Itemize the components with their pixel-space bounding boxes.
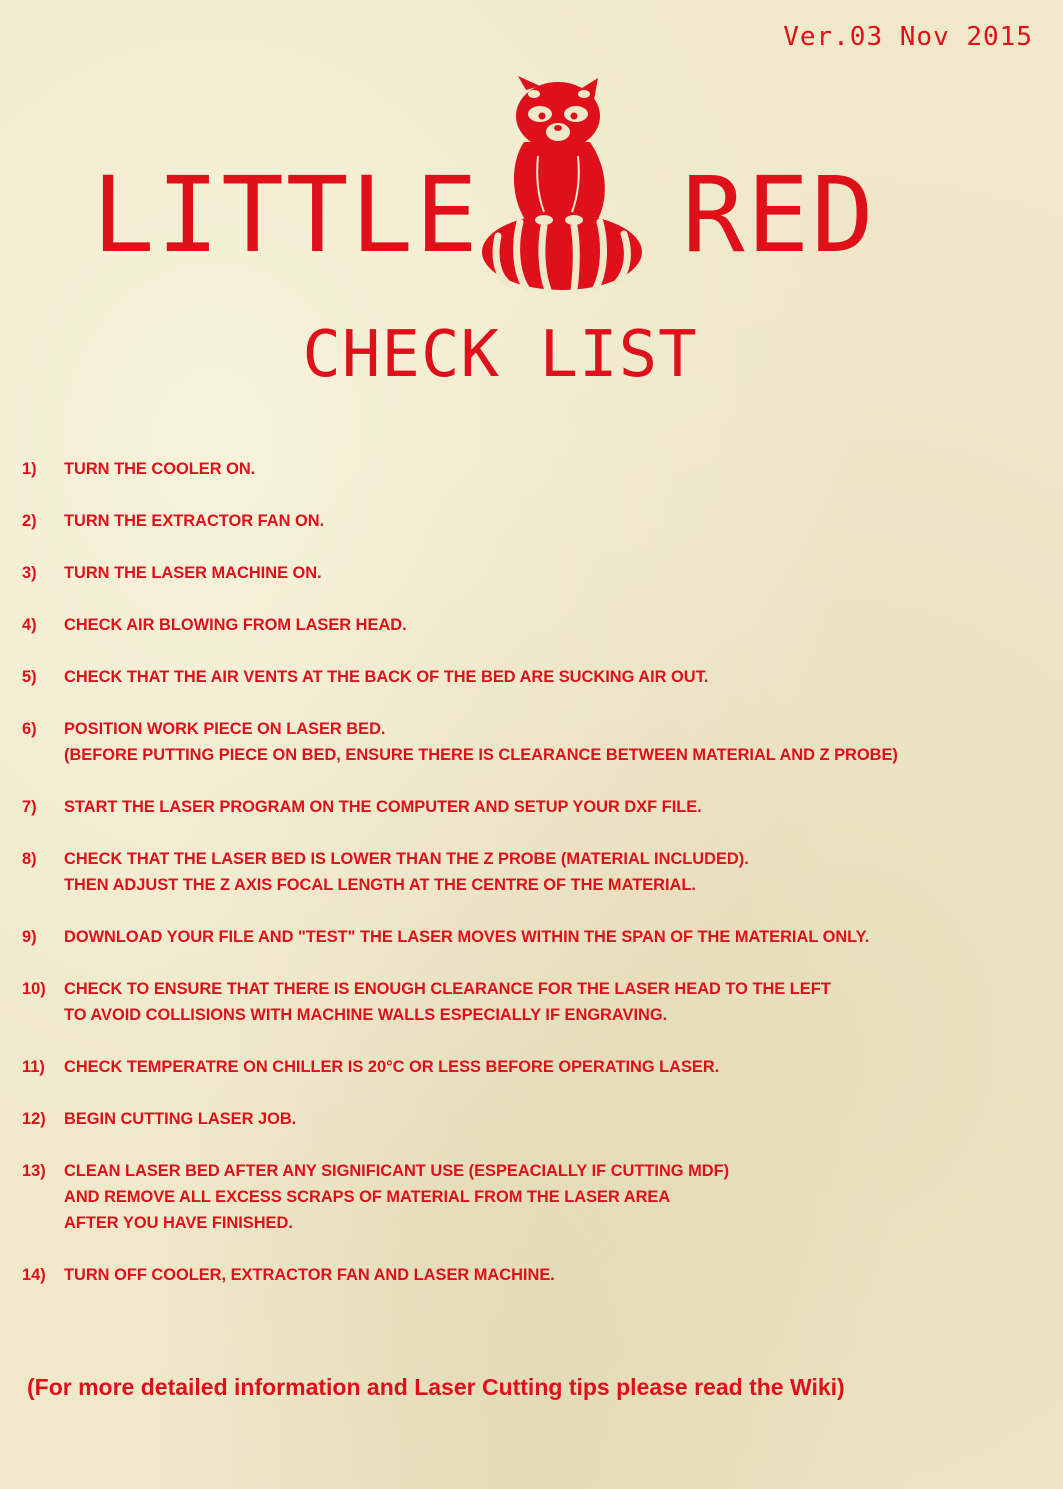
checklist-item-number: 13) xyxy=(22,1162,46,1180)
checklist-item-text: CLEAN LASER BED AFTER ANY SIGNIFICANT US… xyxy=(64,1162,730,1180)
checklist-item-text: AND REMOVE ALL EXCESS SCRAPS OF MATERIAL… xyxy=(64,1188,671,1206)
checklist-item-text: TO AVOID COLLISIONS WITH MACHINE WALLS E… xyxy=(64,1006,668,1024)
checklist-item: 1) TURN THE COOLER ON. xyxy=(22,456,1052,482)
checklist-item-number: 5) xyxy=(22,668,37,686)
checklist-item-text: TURN THE EXTRACTOR FAN ON. xyxy=(64,512,325,530)
checklist-item: 3) TURN THE LASER MACHINE ON. xyxy=(22,560,1052,586)
checklist-item-text: TURN THE COOLER ON. xyxy=(64,460,256,478)
checklist-item-number: 8) xyxy=(22,850,37,868)
checklist-item-number: 3) xyxy=(22,564,37,582)
checklist-item-text: START THE LASER PROGRAM ON THE COMPUTER … xyxy=(64,798,702,816)
version-label: Ver.03 Nov 2015 xyxy=(783,22,1033,52)
checklist-item: 8) CHECK THAT THE LASER BED IS LOWER THAN… xyxy=(22,846,1052,898)
checklist-item: 11) CHECK TEMPERATRE ON CHILLER IS 20°C O… xyxy=(22,1054,1052,1080)
checklist-item: 14) TURN OFF COOLER, EXTRACTOR FAN AND LA… xyxy=(22,1262,1052,1288)
checklist-item-number: 9) xyxy=(22,928,37,946)
checklist-item-number: 11) xyxy=(22,1058,45,1076)
checklist-item-text: (BEFORE PUTTING PIECE ON BED, ENSURE THE… xyxy=(64,746,898,764)
checklist-item-number: 1) xyxy=(22,460,37,478)
checklist-item-text: CHECK THAT THE AIR VENTS AT THE BACK OF … xyxy=(64,668,709,686)
brand-title-left: LITTLE xyxy=(92,154,480,276)
checklist-item-text: BEGIN CUTTING LASER JOB. xyxy=(64,1110,297,1128)
checklist-item-text: TURN OFF COOLER, EXTRACTOR FAN AND LASER… xyxy=(64,1266,555,1284)
checklist-item-text: POSITION WORK PIECE ON LASER BED. xyxy=(64,720,386,738)
checklist-item: 6) POSITION WORK PIECE ON LASER BED. (BEFO… xyxy=(22,716,1052,768)
checklist-item-number: 6) xyxy=(22,720,37,738)
checklist-item-text: THEN ADJUST THE Z AXIS FOCAL LENGTH AT T… xyxy=(64,876,696,894)
checklist-item: 7) START THE LASER PROGRAM ON THE COMPUTE… xyxy=(22,794,1052,820)
footer-note: (For more detailed information and Laser… xyxy=(27,1374,845,1400)
page-subtitle: CHECK LIST xyxy=(302,318,698,392)
checklist-item: 9) DOWNLOAD YOUR FILE AND "TEST" THE LASE… xyxy=(22,924,1052,950)
checklist-item-text: DOWNLOAD YOUR FILE AND "TEST" THE LASER … xyxy=(64,928,870,946)
checklist-item-text: AFTER YOU HAVE FINISHED. xyxy=(64,1214,293,1232)
checklist-item-number: 10) xyxy=(22,980,46,998)
red-panda-icon xyxy=(482,76,642,292)
checklist-item-text: CHECK TEMPERATRE ON CHILLER IS 20°C OR L… xyxy=(64,1058,720,1076)
checklist-item-number: 12) xyxy=(22,1110,46,1128)
checklist-item-number: 4) xyxy=(22,616,37,634)
checklist-item-number: 14) xyxy=(22,1266,46,1284)
checklist-item-text: CHECK THAT THE LASER BED IS LOWER THAN T… xyxy=(64,850,749,868)
checklist-item: 2) TURN THE EXTRACTOR FAN ON. xyxy=(22,508,1052,534)
checklist-item: 12) BEGIN CUTTING LASER JOB. xyxy=(22,1106,1052,1132)
checklist-item: 4) CHECK AIR BLOWING FROM LASER HEAD. xyxy=(22,612,1052,638)
checklist-item-text: CHECK AIR BLOWING FROM LASER HEAD. xyxy=(64,616,407,634)
checklist-item-number: 2) xyxy=(22,512,37,530)
checklist-item: 13) CLEAN LASER BED AFTER ANY SIGNIFICANT… xyxy=(22,1158,1052,1236)
checklist-item-text: TURN THE LASER MACHINE ON. xyxy=(64,564,322,582)
checklist-item: 5) CHECK THAT THE AIR VENTS AT THE BACK O… xyxy=(22,664,1052,690)
brand-title-right: RED xyxy=(682,154,876,276)
checklist-item-text: CHECK TO ENSURE THAT THERE IS ENOUGH CLE… xyxy=(64,980,831,998)
checklist-item: 10) CHECK TO ENSURE THAT THERE IS ENOUGH … xyxy=(22,976,1052,1028)
checklist: 1) TURN THE COOLER ON. 2) TURN THE EXTRACTO… xyxy=(22,456,1052,1314)
checklist-item-number: 7) xyxy=(22,798,37,816)
